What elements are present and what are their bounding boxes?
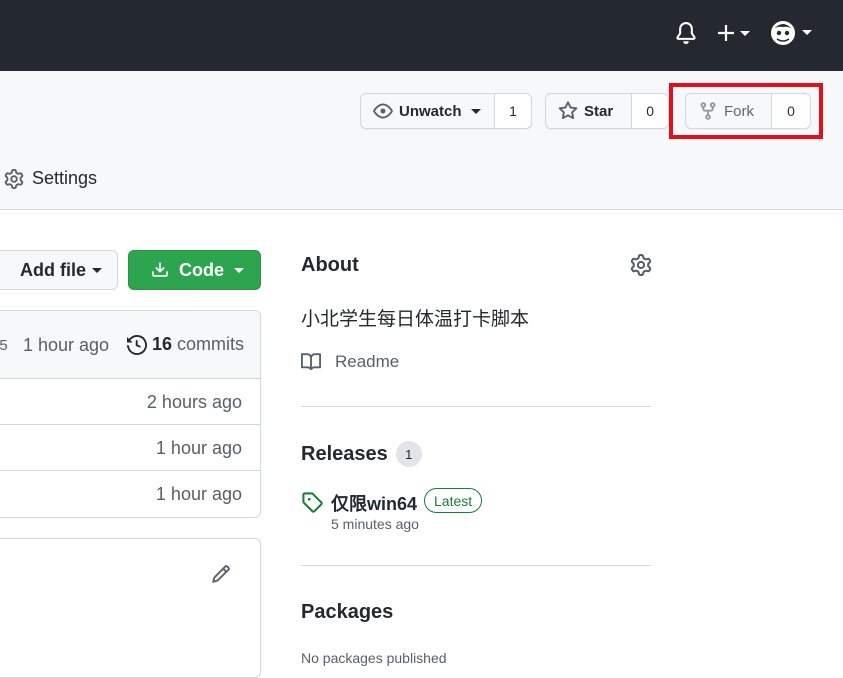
repo-description: 小北学生每日体温打卡脚本 bbox=[301, 309, 530, 330]
star-button[interactable]: Star bbox=[546, 94, 633, 128]
chevron-down-icon bbox=[234, 267, 244, 273]
code-label: Code bbox=[179, 259, 224, 280]
unwatch-button[interactable]: Unwatch bbox=[361, 94, 495, 128]
watch-button-group: Unwatch 1 bbox=[360, 93, 532, 129]
download-icon bbox=[152, 262, 168, 277]
star-label: Star bbox=[584, 102, 614, 120]
divider bbox=[301, 565, 651, 566]
release-name-link[interactable]: 仅限win64 bbox=[331, 490, 417, 516]
file-list: 95 1 hour ago 16 commits 2 hours ago 1 h… bbox=[0, 310, 261, 518]
commit-time: 1 hour ago bbox=[23, 335, 110, 355]
chevron-down-icon bbox=[802, 30, 812, 35]
packages-empty-text: No packages published bbox=[301, 650, 447, 666]
file-updated-time: 1 hour ago bbox=[155, 438, 242, 458]
bell-icon[interactable] bbox=[675, 22, 697, 44]
table-row[interactable]: 1 hour ago bbox=[0, 471, 260, 517]
file-updated-time: 2 hours ago bbox=[146, 392, 242, 412]
commits-link[interactable]: 16 commits bbox=[127, 334, 244, 355]
code-button[interactable]: Code bbox=[128, 250, 261, 290]
commit-count-label: commits bbox=[177, 334, 245, 354]
settings-label: Settings bbox=[32, 168, 98, 188]
watchers-count[interactable]: 1 bbox=[495, 94, 531, 128]
tab-settings[interactable]: Settings bbox=[4, 168, 97, 189]
plus-icon bbox=[718, 25, 734, 41]
commit-count-number: 16 bbox=[152, 334, 173, 354]
releases-count-badge: 1 bbox=[395, 441, 422, 467]
about-heading: About bbox=[301, 254, 359, 276]
releases-label: Releases bbox=[301, 442, 388, 465]
eye-icon bbox=[373, 103, 393, 119]
create-new-dropdown[interactable] bbox=[716, 22, 752, 44]
unwatch-label: Unwatch bbox=[399, 102, 462, 120]
table-row[interactable]: 1 hour ago bbox=[0, 425, 260, 471]
file-updated-time: 1 hour ago bbox=[155, 484, 242, 504]
gear-icon[interactable] bbox=[630, 254, 652, 281]
add-file-label: Add file bbox=[20, 259, 86, 280]
book-icon bbox=[301, 353, 321, 371]
divider bbox=[301, 406, 651, 407]
release-time: 5 minutes ago bbox=[331, 516, 419, 532]
readme-panel: ! bbox=[0, 538, 261, 678]
readme-link-label: Readme bbox=[335, 352, 400, 371]
packages-heading[interactable]: Packages bbox=[301, 601, 393, 624]
releases-heading[interactable]: Releases 1 bbox=[301, 441, 422, 467]
readme-link[interactable]: Readme bbox=[301, 352, 399, 372]
latest-badge: Latest bbox=[424, 488, 483, 513]
history-icon bbox=[127, 334, 147, 355]
chevron-down-icon bbox=[740, 31, 750, 36]
chevron-down-icon bbox=[470, 108, 481, 114]
fork-highlight-box bbox=[669, 83, 823, 139]
table-row[interactable]: 2 hours ago bbox=[0, 379, 260, 425]
global-header bbox=[0, 0, 843, 71]
stars-count[interactable]: 0 bbox=[632, 94, 668, 128]
tag-icon bbox=[301, 491, 323, 518]
commit-hash[interactable]: 95 bbox=[0, 337, 7, 354]
add-file-button[interactable]: Add file bbox=[0, 250, 118, 290]
gear-icon bbox=[4, 168, 24, 189]
star-button-group: Star 0 bbox=[545, 93, 669, 129]
user-menu[interactable] bbox=[770, 19, 814, 47]
star-icon bbox=[558, 101, 578, 120]
pencil-icon[interactable] bbox=[211, 564, 231, 589]
latest-commit-bar: 95 1 hour ago 16 commits bbox=[0, 311, 260, 379]
chevron-down-icon bbox=[92, 267, 102, 273]
